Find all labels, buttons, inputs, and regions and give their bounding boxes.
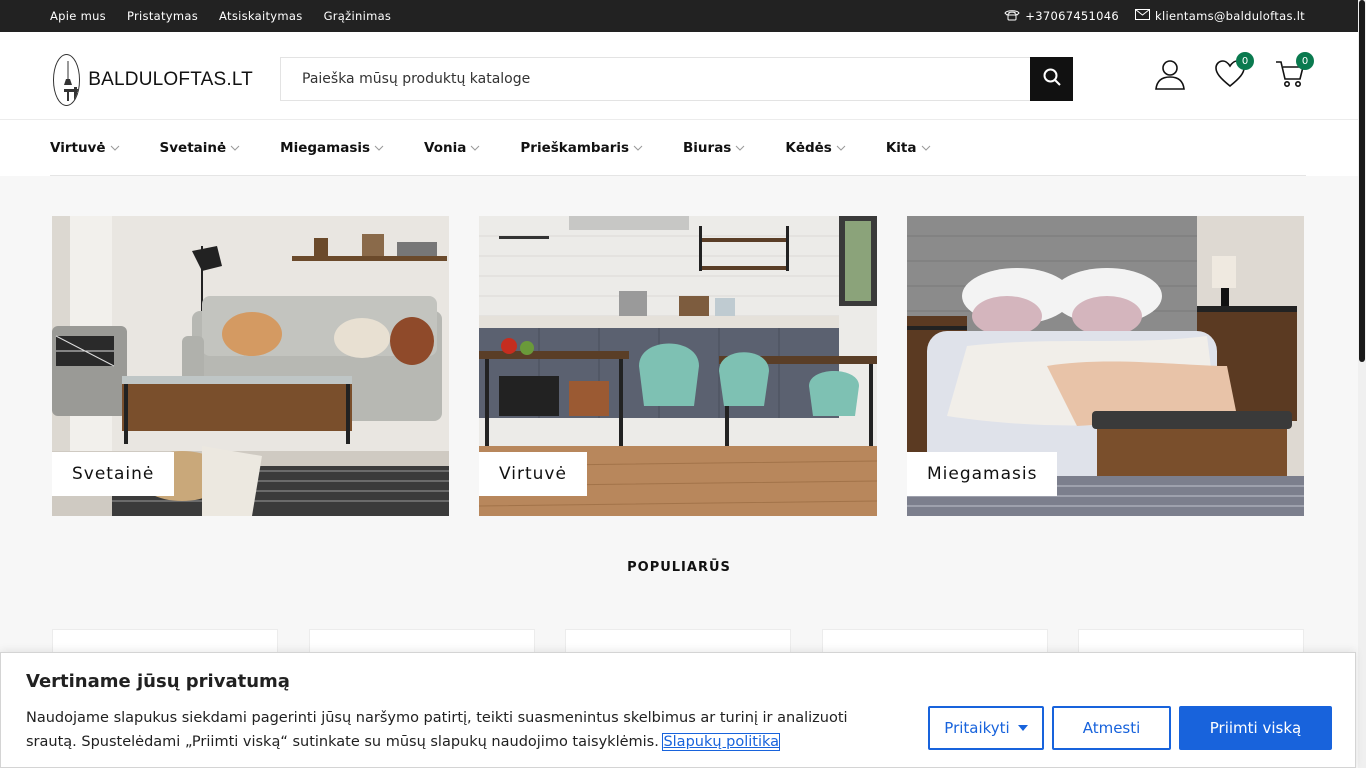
chevron-down-icon <box>921 143 931 153</box>
wishlist-button[interactable]: 0 <box>1212 52 1254 94</box>
contact-info: +37067451046 klientams@balduloftas.lt <box>1004 0 1305 32</box>
reject-button[interactable]: Atmesti <box>1052 706 1171 750</box>
phone-link[interactable]: +37067451046 <box>1004 9 1119 24</box>
cookie-consent-banner: Vertiname jūsų privatumą Naudojame slapu… <box>0 652 1356 768</box>
cookie-text: Naudojame slapukus siekdami pagerinti jū… <box>26 706 896 754</box>
scrollbar-thumb[interactable] <box>1359 0 1365 362</box>
nav-item-other[interactable]: Kita <box>886 140 931 156</box>
nav-label: Prieškambaris <box>520 140 630 156</box>
chevron-down-icon <box>110 143 120 153</box>
site-logo[interactable]: BALDULOFTAS.LT <box>53 54 253 106</box>
category-card-bedroom[interactable]: Miegamasis <box>907 216 1304 516</box>
search-button[interactable] <box>1030 57 1073 101</box>
category-label: Miegamasis <box>907 452 1058 496</box>
search-icon <box>1043 68 1061 90</box>
nav-label: Kita <box>885 140 917 156</box>
nav-label: Svetainė <box>159 140 227 156</box>
search-input[interactable] <box>281 58 1032 100</box>
nav-item-hallway[interactable]: Prieškambaris <box>520 140 643 156</box>
top-link-returns[interactable]: Grąžinimas <box>324 9 392 23</box>
nav-item-chairs[interactable]: Kėdės <box>785 140 846 156</box>
top-link-delivery[interactable]: Pristatymas <box>127 9 198 23</box>
caret-down-icon <box>1017 725 1028 731</box>
popular-heading: POPULIARŪS <box>627 560 731 575</box>
top-link-about[interactable]: Apie mus <box>50 9 106 23</box>
email-link[interactable]: klientams@balduloftas.lt <box>1135 9 1305 23</box>
chevron-down-icon <box>470 143 480 153</box>
chevron-down-icon <box>374 143 384 153</box>
cart-button[interactable]: 0 <box>1272 52 1314 94</box>
top-link-payment[interactable]: Atsiskaitymas <box>219 9 303 23</box>
nav-item-living-room[interactable]: Svetainė <box>160 140 241 156</box>
nav-item-office[interactable]: Biuras <box>683 140 745 156</box>
top-bar: Apie mus Pristatymas Atsiskaitymas Grąži… <box>0 0 1358 32</box>
mail-icon <box>1135 9 1151 23</box>
nav-label: Miegamasis <box>280 140 371 156</box>
category-label: Virtuvė <box>479 452 587 496</box>
account-button[interactable] <box>1152 58 1188 94</box>
page-scrollbar[interactable] <box>1358 0 1366 768</box>
chevron-down-icon <box>633 143 643 153</box>
customize-button[interactable]: Pritaikyti <box>928 706 1044 750</box>
phone-icon <box>1004 9 1020 24</box>
top-links: Apie mus Pristatymas Atsiskaitymas Grąži… <box>50 0 391 32</box>
email-address: klientams@balduloftas.lt <box>1155 9 1305 23</box>
nav-label: Vonia <box>424 140 467 156</box>
wishlist-count-badge: 0 <box>1236 52 1254 70</box>
user-icon <box>1154 58 1186 94</box>
nav-item-bathroom[interactable]: Vonia <box>424 140 480 156</box>
nav-label: Virtuvė <box>50 140 106 156</box>
cookie-policy-link[interactable]: Slapukų politika <box>662 733 781 751</box>
category-card-kitchen[interactable]: Virtuvė <box>479 216 877 516</box>
category-card-living-room[interactable]: Svetainė <box>52 216 449 516</box>
search-bar <box>280 57 1073 101</box>
nav-label: Biuras <box>683 140 732 156</box>
nav-divider <box>50 175 1306 176</box>
cookie-title: Vertiname jūsų privatumą <box>26 671 290 692</box>
chevron-down-icon <box>230 143 240 153</box>
category-label: Svetainė <box>52 452 175 496</box>
main-navigation: Virtuvė Svetainė Miegamasis Vonia Priešk… <box>0 120 1358 176</box>
site-header: BALDULOFTAS.LT 0 0 <box>0 32 1358 120</box>
nav-item-bedroom[interactable]: Miegamasis <box>280 140 384 156</box>
nav-item-kitchen[interactable]: Virtuvė <box>50 140 120 156</box>
cart-count-badge: 0 <box>1296 52 1314 70</box>
logo-mark <box>53 54 81 106</box>
customize-label: Pritaikyti <box>944 719 1010 737</box>
chevron-down-icon <box>836 143 846 153</box>
accept-all-button[interactable]: Priimti viską <box>1179 706 1332 750</box>
phone-number: +37067451046 <box>1025 9 1120 23</box>
chevron-down-icon <box>735 143 745 153</box>
logo-text: BALDULOFTAS.LT <box>88 69 253 90</box>
nav-label: Kėdės <box>785 140 832 156</box>
